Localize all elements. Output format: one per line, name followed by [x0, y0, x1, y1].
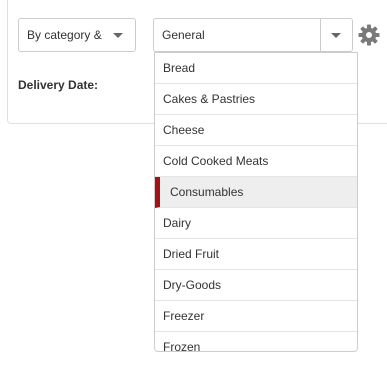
- dropdown-item[interactable]: Freezer: [155, 301, 357, 332]
- dropdown-item[interactable]: Cold Cooked Meats: [155, 146, 357, 177]
- dropdown-item[interactable]: Frozen: [155, 332, 357, 351]
- dropdown-item[interactable]: Dried Fruit: [155, 239, 357, 270]
- dropdown-item[interactable]: Bread: [155, 53, 357, 84]
- select-divider: [320, 19, 321, 51]
- dropdown-item[interactable]: Cakes & Pastries: [155, 84, 357, 115]
- grouping-mode-value: By category &: [27, 28, 102, 42]
- dropdown-item-selected[interactable]: Consumables: [155, 177, 357, 208]
- dropdown-item[interactable]: Dry-Goods: [155, 270, 357, 301]
- dropdown-item[interactable]: Cheese: [155, 115, 357, 146]
- delivery-date-label: Delivery Date:: [18, 78, 99, 92]
- category-select[interactable]: General: [153, 18, 353, 52]
- category-dropdown-list[interactable]: Bread Cakes & Pastries Cheese Cold Cooke…: [154, 52, 358, 352]
- chevron-down-icon: [113, 33, 123, 38]
- dropdown-item[interactable]: Dairy: [155, 208, 357, 239]
- gear-icon[interactable]: [357, 23, 381, 47]
- chevron-down-icon[interactable]: [331, 33, 341, 38]
- grouping-mode-select[interactable]: By category &: [18, 18, 136, 52]
- category-select-value: General: [162, 28, 205, 42]
